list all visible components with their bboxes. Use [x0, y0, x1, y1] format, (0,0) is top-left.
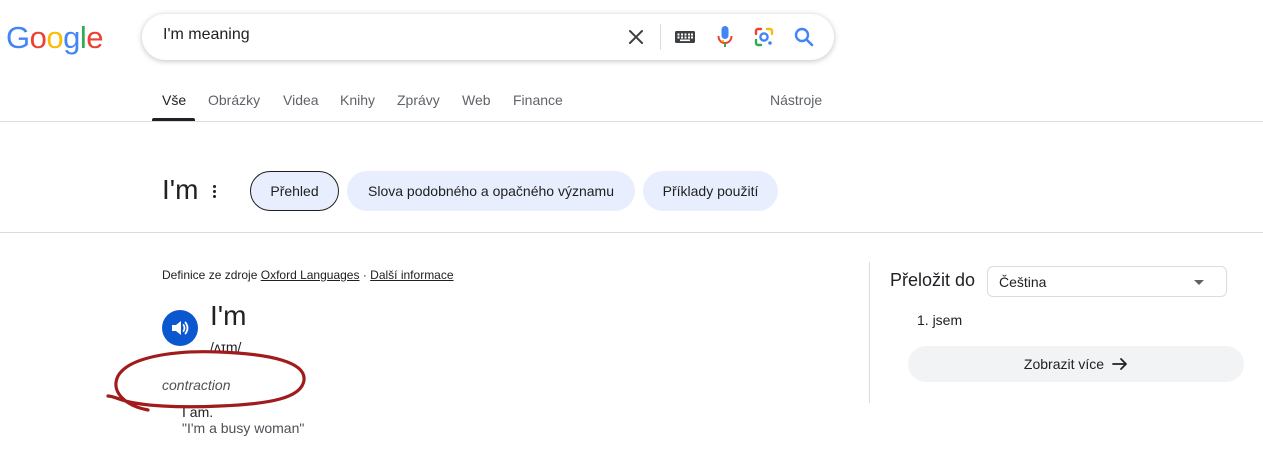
tab-videos[interactable]: Videa [283, 92, 319, 108]
show-more-button[interactable]: Zobrazit více [908, 346, 1244, 382]
search-box[interactable]: I'm meaning [142, 14, 834, 60]
show-more-label: Zobrazit více [1023, 356, 1105, 372]
usage-example: "I'm a busy woman" [182, 420, 305, 436]
logo-letter: o [29, 20, 47, 55]
lens-icon[interactable] [752, 25, 776, 49]
dropdown-caret-icon [1194, 280, 1204, 285]
section-divider [0, 232, 1263, 233]
logo-letter: e [86, 20, 104, 55]
tab-news[interactable]: Zprávy [397, 92, 440, 108]
tab-books[interactable]: Knihy [340, 92, 375, 108]
clear-icon[interactable] [624, 25, 648, 49]
chip-synonyms-antonyms[interactable]: Slova podobného a opačného významu [347, 171, 635, 211]
search-tabs: Vše Obrázky Videa Knihy Zprávy Web Finan… [0, 84, 1263, 122]
active-tab-indicator [152, 118, 195, 121]
source-prefix: Definice ze zdroje [162, 268, 258, 282]
keyboard-icon[interactable] [673, 25, 697, 49]
definition-source: Definice ze zdroje Oxford Languages · Da… [162, 268, 454, 282]
tab-finance[interactable]: Finance [513, 92, 563, 108]
annotation-circle [106, 350, 306, 412]
google-logo[interactable]: Google [6, 20, 104, 56]
definition-word: I'm [210, 300, 247, 331]
translate-label: Přeložit do [890, 270, 976, 290]
more-info-link[interactable]: Další informace [370, 268, 453, 282]
translation-item: 1. jsem [917, 312, 963, 328]
tab-images[interactable]: Obrázky [208, 92, 260, 108]
language-select-value: Čeština [999, 274, 1047, 290]
panel-divider [869, 262, 870, 403]
source-separator: · [362, 268, 367, 282]
logo-letter: G [6, 20, 30, 55]
oxford-languages-link[interactable]: Oxford Languages [261, 268, 360, 282]
logo-letter: o [46, 20, 64, 55]
chip-usage-examples[interactable]: Příklady použití [643, 171, 778, 211]
microphone-icon[interactable] [713, 25, 737, 49]
search-divider [660, 24, 661, 50]
tools-button[interactable]: Nástroje [770, 92, 822, 108]
dictionary-headword: I'm [162, 174, 199, 205]
arrow-right-icon [1112, 358, 1127, 370]
language-select[interactable]: Čeština [987, 266, 1227, 297]
kebab-icon[interactable] [208, 181, 220, 201]
tab-all[interactable]: Vše [162, 92, 186, 108]
tab-web[interactable]: Web [462, 92, 491, 108]
chip-overview[interactable]: Přehled [250, 171, 339, 211]
search-icon[interactable] [792, 25, 816, 49]
logo-letter: g [63, 20, 80, 55]
search-input[interactable]: I'm meaning [163, 26, 250, 44]
